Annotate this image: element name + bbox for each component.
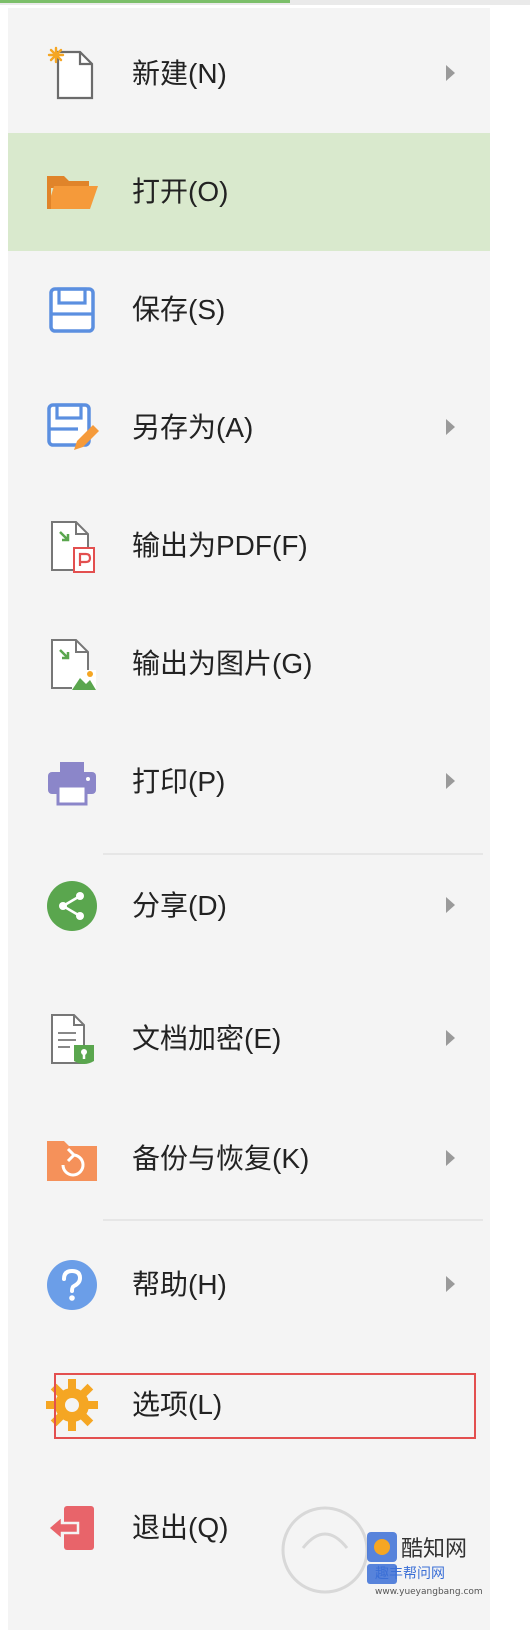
background-area [490,8,530,1630]
menu-item-label: 保存(S) [132,294,226,325]
submenu-arrow-icon [446,897,455,913]
menu-item-save-as[interactable]: 另存为(A) [8,369,490,487]
submenu-arrow-icon [446,1276,455,1292]
file-menu-panel: 新建(N) 打开(O) 保存(S) 另存为(A) 输出为PDF(F) 输出为图片… [8,8,490,1630]
menu-item-new[interactable]: 新建(N) [8,15,490,133]
exit-icon [44,1500,100,1556]
menu-item-label: 打印(P) [132,766,226,797]
menu-item-export-image[interactable]: 输出为图片(G) [8,605,490,723]
save-icon [44,282,100,338]
menu-item-label: 新建(N) [132,58,227,89]
submenu-arrow-icon [446,65,455,81]
export-image-icon [44,636,100,692]
menu-item-label: 帮助(H) [132,1269,227,1300]
help-icon [44,1257,100,1313]
submenu-arrow-icon [446,1030,455,1046]
top-accent-bar [0,0,290,3]
open-folder-icon [44,164,100,220]
share-icon [44,878,100,934]
menu-item-label: 选项(L) [132,1389,223,1420]
menu-item-save[interactable]: 保存(S) [8,251,490,369]
menu-item-label: 输出为图片(G) [132,648,313,679]
menu-item-label: 另存为(A) [132,412,254,443]
menu-item-backup[interactable]: 备份与恢复(K) [8,1100,490,1218]
menu-item-label: 备份与恢复(K) [132,1143,310,1174]
menu-item-label: 分享(D) [132,890,227,921]
submenu-arrow-icon [446,773,455,789]
menu-item-export-pdf[interactable]: 输出为PDF(F) [8,487,490,605]
document-encrypt-icon [44,1011,100,1067]
gear-icon [44,1377,100,1433]
printer-icon [44,754,100,810]
top-strip [0,0,530,5]
menu-item-exit[interactable]: 退出(Q) [8,1469,490,1587]
menu-item-options[interactable]: 选项(L) [8,1346,490,1464]
menu-item-print[interactable]: 打印(P) [8,723,490,841]
menu-item-label: 文档加密(E) [132,1023,282,1054]
export-pdf-icon [44,518,100,574]
menu-item-encrypt[interactable]: 文档加密(E) [8,980,490,1098]
menu-item-label: 退出(Q) [132,1512,229,1543]
new-document-icon [44,46,100,102]
menu-item-help[interactable]: 帮助(H) [8,1226,490,1344]
save-as-icon [44,400,100,456]
menu-item-open[interactable]: 打开(O) [8,133,490,251]
menu-divider [103,1219,483,1221]
menu-item-label: 打开(O) [132,176,229,207]
backup-restore-icon [44,1131,100,1187]
menu-item-share[interactable]: 分享(D) [8,847,490,965]
submenu-arrow-icon [446,1150,455,1166]
menu-item-label: 输出为PDF(F) [132,530,308,561]
submenu-arrow-icon [446,419,455,435]
